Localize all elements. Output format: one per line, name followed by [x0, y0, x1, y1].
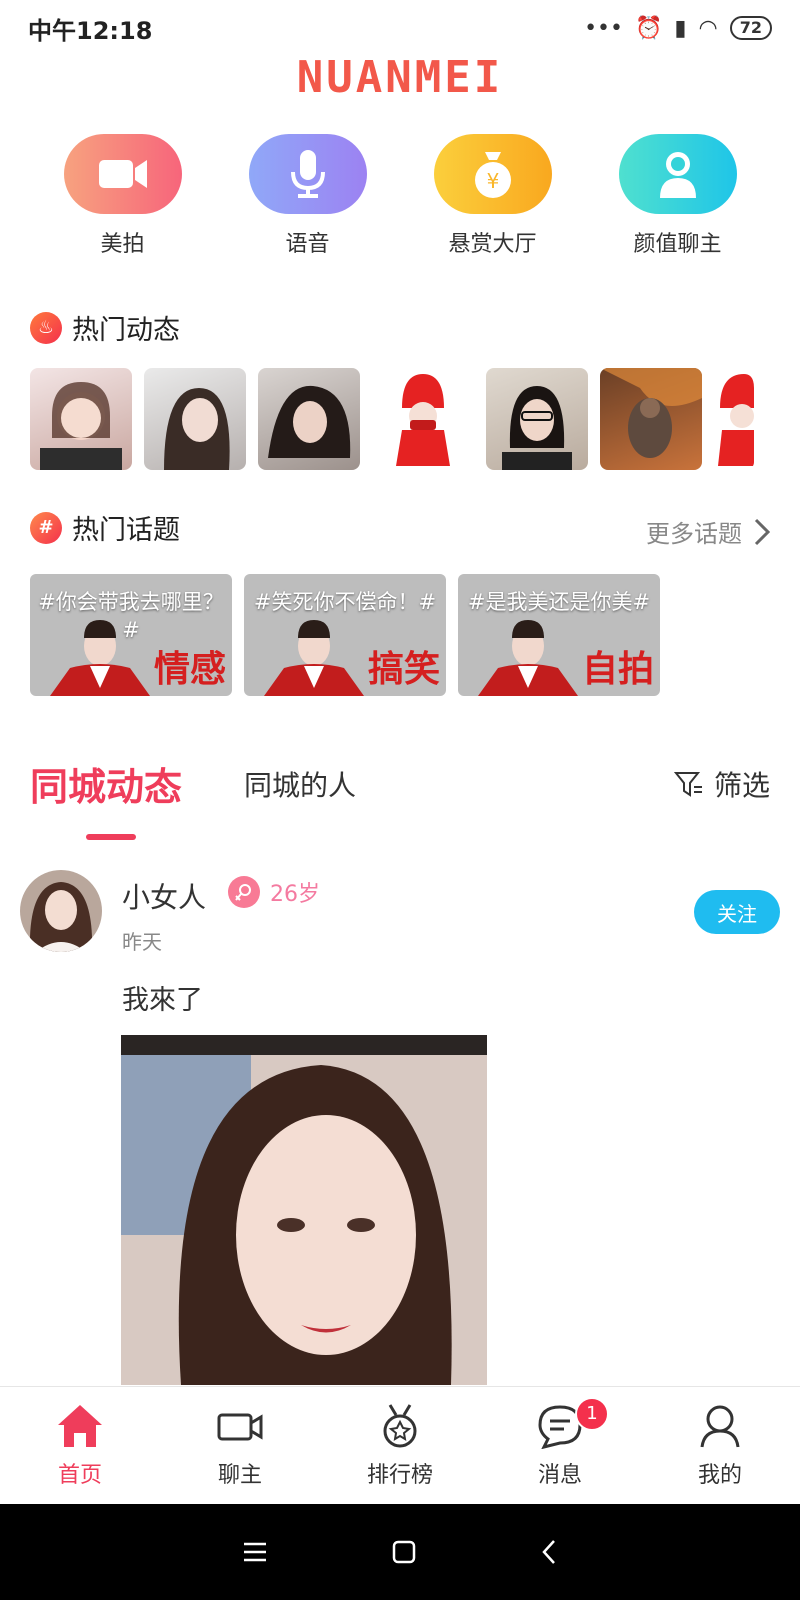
- hot-feeds-title: 热门动态: [72, 315, 180, 346]
- hot-topics-header: # 热门话题: [30, 508, 180, 547]
- tab-local-people[interactable]: 同城的人: [244, 764, 356, 804]
- tab-local-feeds[interactable]: 同城动态: [30, 756, 182, 811]
- more-topics-link[interactable]: 更多话题: [646, 514, 770, 549]
- filter-icon: [673, 771, 702, 797]
- nav-home[interactable]: 首页: [15, 1403, 145, 1489]
- message-badge: 1: [575, 1396, 609, 1431]
- entry-face-host[interactable]: 颜值聊主: [603, 134, 753, 258]
- microphone-icon[interactable]: [248, 134, 367, 214]
- feed-thumbnail[interactable]: [258, 368, 360, 470]
- topic-card[interactable]: #是我美还是你美# 自拍: [458, 574, 660, 696]
- status-icons: ••• ⏰ ▮ ◠ 72: [584, 16, 772, 41]
- topic-text: #是我美还是你美#: [467, 590, 651, 614]
- flame-icon: ♨: [30, 311, 62, 344]
- video-camera-icon: [217, 1413, 263, 1440]
- post-author-name[interactable]: 小女人: [122, 876, 206, 916]
- age-text: 26岁: [270, 882, 320, 907]
- follow-button[interactable]: 关注: [694, 890, 780, 934]
- money-bag-icon[interactable]: ¥: [433, 134, 552, 214]
- back-icon[interactable]: [540, 1538, 558, 1566]
- topic-card[interactable]: #你会带我去哪里？# 情感: [30, 574, 232, 696]
- video-icon[interactable]: [63, 134, 182, 214]
- nav-messages[interactable]: 1 消息: [495, 1396, 625, 1489]
- quick-entries: 美拍 语音 ¥ 悬赏大厅 颜值聊主: [0, 134, 800, 258]
- app-logo: NUANMEI: [296, 52, 504, 103]
- chevron-right-icon: [754, 518, 770, 545]
- hot-topics-list: #你会带我去哪里？# 情感 #笑死你不偿命！# 搞笑 #是我美还是你美# 自拍: [30, 574, 660, 696]
- more-dots-icon: •••: [584, 15, 624, 41]
- entry-label: 语音: [285, 232, 330, 257]
- nav-label: 排行榜: [366, 1462, 433, 1488]
- bottom-nav: 首页 聊主 排行榜 1 消息 我的: [0, 1386, 800, 1504]
- hot-feeds-list: [30, 368, 800, 470]
- signal-icon: ▮: [674, 15, 687, 41]
- status-bar: 中午12:18 ••• ⏰ ▮ ◠ 72: [0, 0, 800, 56]
- filter-label: 筛选: [713, 768, 770, 802]
- nav-label: 消息: [537, 1462, 582, 1488]
- more-topics-label: 更多话题: [646, 520, 742, 548]
- medal-icon: [383, 1403, 417, 1447]
- avatar[interactable]: [20, 870, 102, 952]
- age-badge: 26岁: [228, 876, 320, 908]
- home-square-icon[interactable]: [391, 1539, 417, 1565]
- filter-button[interactable]: 筛选: [673, 764, 770, 804]
- status-time: 中午12:18: [28, 16, 153, 45]
- tab-indicator: [86, 834, 136, 840]
- post-text: 我來了: [122, 985, 203, 1016]
- battery-indicator: 72: [729, 16, 772, 40]
- topic-tag: 情感: [153, 649, 226, 690]
- entry-meipai[interactable]: 美拍: [48, 134, 198, 258]
- nav-hosts[interactable]: 聊主: [175, 1403, 305, 1489]
- feed-thumbnail[interactable]: [486, 368, 588, 470]
- hot-feeds-header: ♨ 热门动态: [30, 308, 180, 347]
- entry-label: 颜值聊主: [633, 232, 722, 257]
- hot-topics-title: 热门话题: [72, 515, 180, 546]
- system-nav-bar: [0, 1504, 800, 1600]
- entry-bounty-hall[interactable]: ¥ 悬赏大厅: [418, 134, 568, 258]
- svg-text:¥: ¥: [486, 169, 499, 193]
- nav-profile[interactable]: 我的: [655, 1403, 785, 1489]
- topic-tag: 搞笑: [367, 649, 440, 690]
- topic-tag: 自拍: [581, 649, 654, 690]
- wifi-icon: ◠: [698, 15, 718, 41]
- nav-label: 我的: [697, 1462, 742, 1488]
- feed-tabs: 同城动态 同城的人 筛选: [30, 756, 770, 811]
- feed-thumbnail[interactable]: [600, 368, 702, 470]
- menu-icon[interactable]: [242, 1541, 268, 1563]
- topic-text: #你会带我去哪里？#: [38, 590, 224, 642]
- topic-text: #笑死你不偿命！#: [253, 590, 437, 614]
- home-icon: [58, 1404, 102, 1447]
- feed-thumbnail[interactable]: [372, 368, 474, 470]
- post-time: 昨天: [122, 930, 162, 954]
- alarm-icon: ⏰: [635, 15, 663, 41]
- host-avatar-icon[interactable]: [618, 134, 737, 214]
- topic-card[interactable]: #笑死你不偿命！# 搞笑: [244, 574, 446, 696]
- profile-icon: [700, 1405, 740, 1447]
- hashtag-icon: #: [30, 511, 62, 544]
- female-icon: [228, 876, 260, 908]
- entry-label: 美拍: [100, 232, 145, 257]
- nav-ranking[interactable]: 排行榜: [335, 1403, 465, 1489]
- nav-label: 聊主: [217, 1462, 262, 1488]
- entry-voice[interactable]: 语音: [233, 134, 383, 258]
- feed-thumbnail[interactable]: [714, 368, 754, 470]
- entry-label: 悬赏大厅: [448, 232, 537, 257]
- post-image[interactable]: [121, 1035, 487, 1385]
- nav-label: 首页: [57, 1462, 102, 1488]
- feed-thumbnail[interactable]: [30, 368, 132, 470]
- feed-thumbnail[interactable]: [144, 368, 246, 470]
